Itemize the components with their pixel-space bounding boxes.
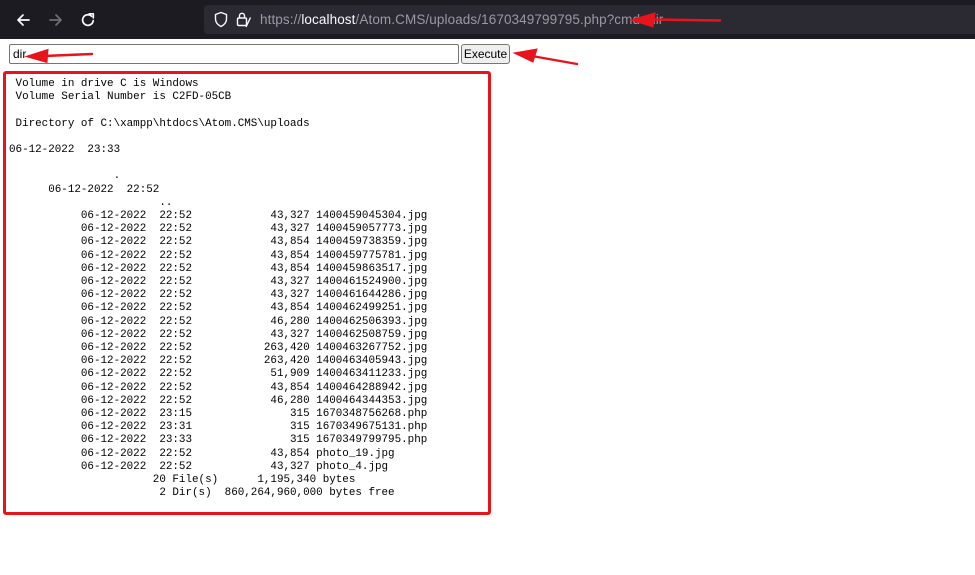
arrow-right-icon <box>49 14 62 26</box>
url-text[interactable]: https://localhost/Atom.CMS/uploads/16703… <box>260 11 663 28</box>
highlight-box <box>3 71 491 515</box>
command-input[interactable] <box>9 44 459 64</box>
lock-icon[interactable] <box>235 11 253 33</box>
forward-button[interactable] <box>44 8 68 32</box>
shield-icon[interactable] <box>213 11 229 33</box>
address-bar[interactable]: https://localhost/Atom.CMS/uploads/16703… <box>204 5 975 34</box>
url-path: /Atom.CMS/uploads/1670349799795.php?cmd=… <box>355 12 664 27</box>
back-button[interactable] <box>11 8 35 32</box>
url-host: localhost <box>301 12 356 27</box>
execute-arrow-icon <box>512 48 579 66</box>
browser-toolbar: https://localhost/Atom.CMS/uploads/16703… <box>0 0 975 39</box>
reload-button[interactable] <box>76 8 100 32</box>
execute-button[interactable]: Execute <box>461 44 510 64</box>
url-scheme: https:// <box>260 12 302 27</box>
reload-icon <box>81 12 95 27</box>
arrow-left-icon <box>17 14 30 26</box>
